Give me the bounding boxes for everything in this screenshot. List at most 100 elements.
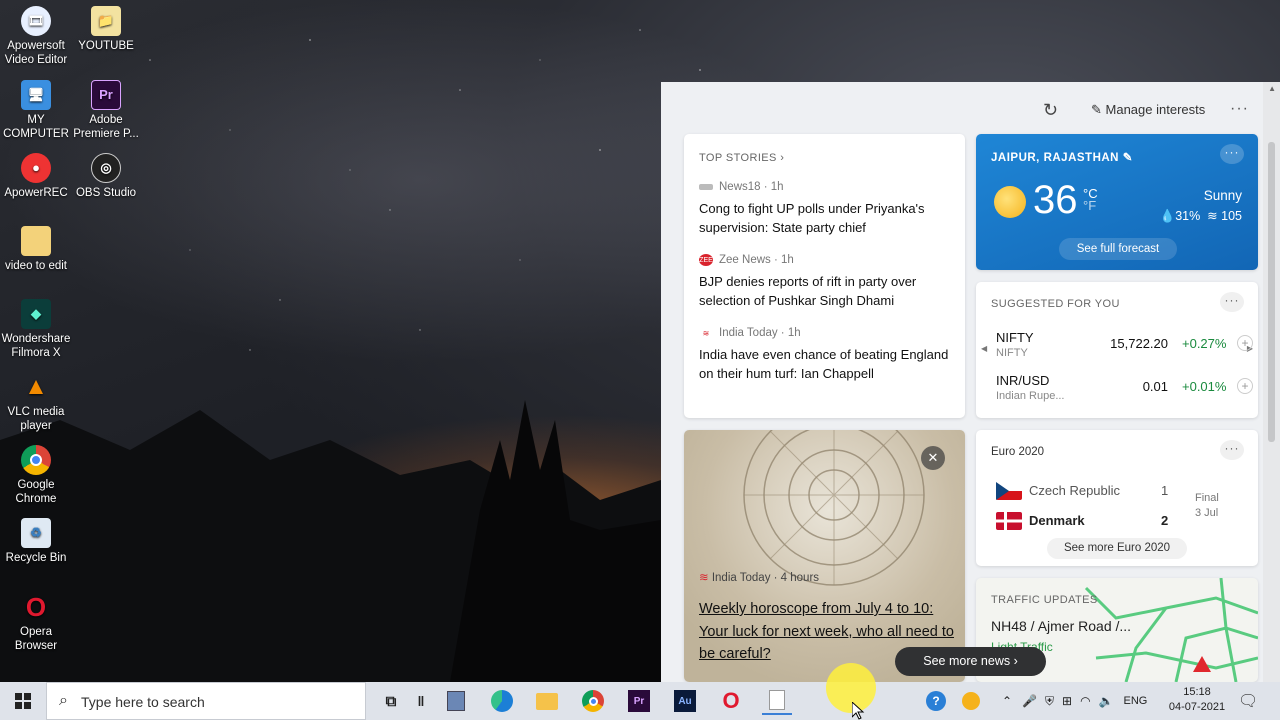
desktop-icon-apowersoft[interactable]: 🎞 Apowersoft Video Editor (0, 6, 72, 67)
notifications-icon[interactable]: 🗨 (1238, 691, 1258, 711)
india-today-logo-icon: ≋ (702, 328, 710, 338)
more-options-icon[interactable]: ··· (1230, 100, 1249, 118)
weather-sun-icon[interactable] (962, 692, 980, 710)
news-interests-panel: ↻ ✎ Manage interests ··· TOP STORIES › N… (661, 82, 1280, 682)
desktop-icon-vlc[interactable]: ▲ VLC media player (0, 372, 72, 433)
stock-row-nifty[interactable]: NIFTY NIFTY 15,722.20 +0.27% + (996, 330, 1253, 364)
top-stories-card: TOP STORIES › News18 · 1h Cong to fight … (684, 134, 965, 418)
recycle-bin-icon: ♻ (21, 518, 51, 548)
security-icon[interactable]: ⛨ (1045, 694, 1054, 709)
temperature-units[interactable]: °C °F (1083, 187, 1098, 212)
add-to-watchlist-icon[interactable]: + (1237, 335, 1253, 351)
more-options-icon[interactable]: ··· (1220, 144, 1244, 164)
desktop-icon-opera[interactable]: O Opera Browser (0, 592, 72, 653)
previous-arrow-icon[interactable]: ◀ (981, 344, 987, 353)
record-icon: ● (21, 153, 51, 183)
temperature: 36 (1033, 178, 1078, 222)
notepad-icon[interactable] (762, 687, 792, 715)
more-options-icon[interactable]: ··· (1220, 440, 1244, 460)
story-headline[interactable]: India have even chance of beating Englan… (699, 345, 950, 383)
story-headline[interactable]: Cong to fight UP polls under Priyanka's … (699, 199, 950, 237)
desktop-icon-filmora[interactable]: ◆ Wondershare Filmora X (0, 299, 72, 360)
file-explorer-icon[interactable] (532, 687, 562, 715)
desktop-icon-premiere[interactable]: Pr Adobe Premiere P... (70, 80, 142, 141)
story-item[interactable]: ≋ India Today · 1h India have even chance… (699, 327, 950, 383)
wifi-icon[interactable]: ◠ (1080, 694, 1090, 708)
traffic-title: TRAFFIC UPDATES (991, 594, 1098, 606)
premiere-icon[interactable]: Pr (624, 687, 654, 715)
top-stories-title[interactable]: TOP STORIES › (699, 152, 950, 164)
language-indicator[interactable]: ENG (1124, 695, 1148, 707)
opera-icon[interactable]: O (716, 687, 746, 715)
euro-title: Euro 2020 (991, 446, 1045, 458)
weather-location[interactable]: JAIPUR, RAJASTHAN ✎ (991, 150, 1133, 164)
stock-row-inr-usd[interactable]: INR/USD Indian Rupe... 0.01 +0.01% + (996, 373, 1253, 407)
story-headline[interactable]: BJP denies reports of rift in party over… (699, 272, 950, 310)
see-more-news-button[interactable]: See more news › (895, 647, 1046, 676)
team-row: Czech Republic 1 (996, 480, 1168, 502)
mouse-pointer-icon (852, 702, 865, 720)
taskbar: ⌕ ⧉ ‖ Pr Au O ? ⌃ 🎤 ⛨ ⊞ ◠ 🔈 ENG 15:18 04… (0, 682, 1280, 720)
audition-icon[interactable]: Au (670, 687, 700, 715)
premiere-icon: Pr (91, 80, 121, 110)
widgets-icon[interactable]: ‖ (406, 687, 436, 715)
manage-interests-button[interactable]: ✎ Manage interests (1091, 102, 1205, 118)
add-to-watchlist-icon[interactable]: + (1237, 378, 1253, 394)
system-tray: ? ⌃ 🎤 ⛨ ⊞ ◠ 🔈 ENG (926, 682, 1147, 720)
see-full-forecast-button[interactable]: See full forecast (1059, 238, 1177, 260)
desktop-icon-recycle-bin[interactable]: ♻ Recycle Bin (0, 518, 72, 565)
story-item[interactable]: News18 · 1h Cong to fight UP polls under… (699, 181, 950, 237)
microphone-icon[interactable]: 🎤 (1022, 694, 1037, 708)
zee-news-logo-icon: ZEE (699, 254, 713, 266)
czech-flag-icon (996, 482, 1022, 500)
folder-icon: 📁 (91, 6, 121, 36)
edge-icon[interactable] (487, 687, 517, 715)
cursor-highlight (826, 663, 876, 713)
refresh-icon[interactable]: ↻ (1043, 100, 1058, 121)
story-item[interactable]: ZEE Zee News · 1h BJP denies reports of r… (699, 254, 950, 310)
computer-icon: 🖥 (21, 80, 51, 110)
volume-icon[interactable]: 🔈 (1099, 694, 1114, 708)
start-button[interactable] (0, 682, 46, 720)
opera-icon: O (25, 592, 47, 622)
desktop-icon-youtube[interactable]: 📁 YOUTUBE (70, 6, 142, 53)
taskbar-search[interactable]: ⌕ (46, 682, 366, 720)
panel-scrollbar[interactable]: ▲ (1263, 82, 1280, 682)
desktop-icon-obs[interactable]: ◎ OBS Studio (70, 153, 142, 200)
team-row: Denmark 2 (996, 510, 1168, 532)
chevron-up-icon[interactable]: ⌃ (1002, 694, 1012, 708)
scroll-up-icon[interactable]: ▲ (1268, 84, 1276, 93)
network-icon[interactable]: ⊞ (1062, 694, 1072, 708)
weather-details: 💧31% ≋ 105 (1159, 209, 1242, 223)
horoscope-story-card[interactable]: ✕ ≋ India Today · 4 hours Weekly horosco… (684, 430, 965, 682)
search-input[interactable] (81, 691, 351, 713)
desktop-icon-video-to-edit[interactable]: video to edit (0, 226, 72, 273)
windows-icon (15, 693, 31, 709)
euro-2020-card[interactable]: Euro 2020 ··· Czech Republic 1 Denmark 2… (976, 430, 1258, 566)
desktop-icon-my-computer[interactable]: 🖥 MY COMPUTER (0, 80, 72, 141)
humidity-icon: 💧 (1159, 209, 1176, 223)
desktop-icon-chrome[interactable]: Google Chrome (0, 445, 72, 506)
clock[interactable]: 15:18 04-07-2021 (1166, 685, 1228, 715)
more-options-icon[interactable]: ··· (1220, 292, 1244, 312)
traffic-road: NH48 / Ajmer Road /... (991, 618, 1132, 634)
calculator-app-icon[interactable] (441, 687, 471, 715)
chrome-icon (21, 445, 51, 475)
news18-logo-icon (699, 184, 713, 190)
vlc-cone-icon: ▲ (24, 373, 48, 400)
desktop-icon-apowerrec[interactable]: ● ApowerREC (0, 153, 72, 200)
folder-icon (21, 226, 51, 256)
obs-icon: ◎ (91, 153, 121, 183)
see-more-euro-button[interactable]: See more Euro 2020 (1047, 538, 1187, 559)
panel-header: ↻ ✎ Manage interests ··· (661, 100, 1280, 122)
weather-card[interactable]: JAIPUR, RAJASTHAN ✎ ··· 36 °C °F Sunny 💧3… (976, 134, 1258, 270)
help-icon[interactable]: ? (926, 691, 946, 711)
stocks-title: SUGGESTED FOR YOU (991, 298, 1120, 310)
suggested-stocks-card: SUGGESTED FOR YOU ··· ◀ ▶ NIFTY NIFTY 15… (976, 282, 1258, 418)
scroll-thumb[interactable] (1268, 142, 1275, 442)
task-view-icon[interactable]: ⧉ (376, 687, 406, 715)
filmora-icon: ◆ (21, 299, 51, 329)
sun-icon (994, 186, 1026, 218)
chrome-icon[interactable] (578, 687, 608, 715)
close-icon[interactable]: ✕ (921, 446, 945, 470)
